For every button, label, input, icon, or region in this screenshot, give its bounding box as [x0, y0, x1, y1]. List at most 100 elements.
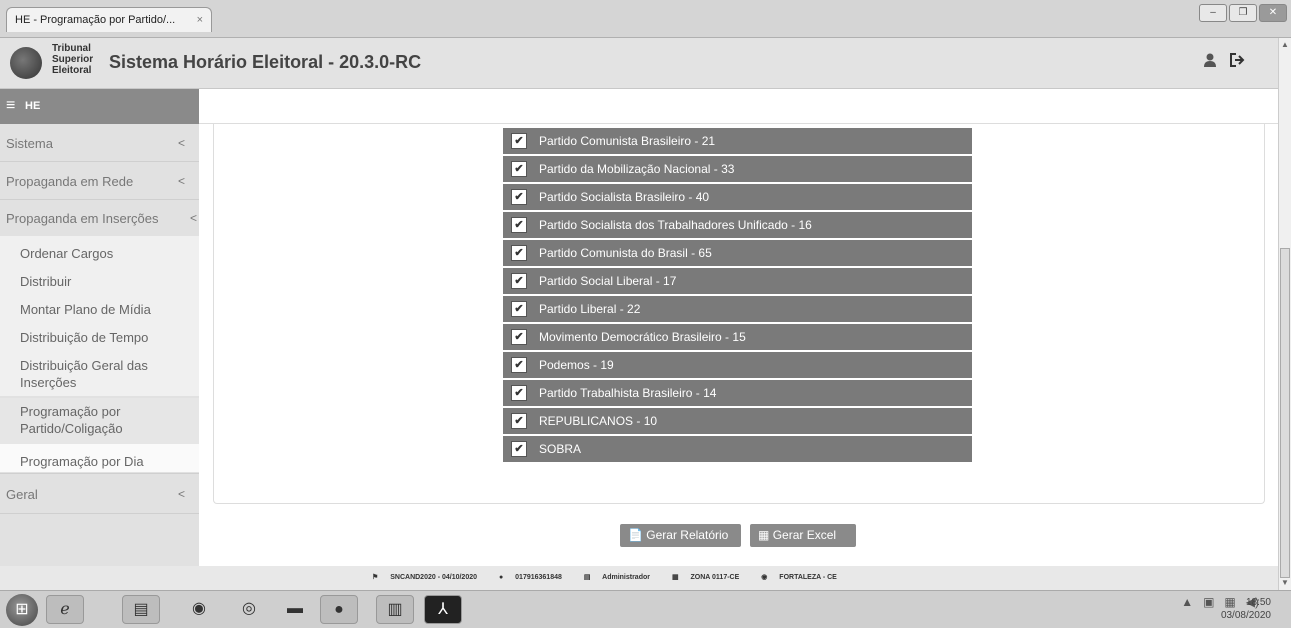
close-window-button[interactable]: ✕: [1259, 4, 1287, 22]
party-row[interactable]: ✔ REPUBLICANOS - 10: [503, 408, 972, 436]
clock[interactable]: 18:50 03/08/2020: [1221, 596, 1271, 622]
chevron-left-icon: <: [177, 174, 185, 188]
sidebar-item-label: Sistema: [6, 136, 53, 151]
media-player-icon[interactable]: ◉: [180, 595, 218, 624]
scroll-down-icon[interactable]: ▼: [1281, 578, 1289, 587]
generate-excel-button[interactable]: ▦ Gerar Excel: [750, 524, 856, 547]
sidebar-subitem-programacao-dia[interactable]: Programação por Dia: [0, 444, 199, 472]
flag-icon: ⚑: [372, 574, 379, 581]
party-row[interactable]: ✔ Partido da Mobilização Nacional - 33: [503, 156, 972, 184]
building-icon: ▦: [671, 574, 679, 581]
status-role: ▤ Administrador: [583, 574, 650, 581]
sidebar-subitem-programacao-partido[interactable]: Programação por Partido/Coligação: [0, 398, 199, 444]
browser-chrome: HE - Programação por Partido/... × – ❐ ✕: [0, 0, 1291, 38]
checkbox-checked[interactable]: ✔: [511, 217, 527, 233]
party-label: Partido Liberal - 22: [539, 302, 641, 316]
logo-line-1: Tribunal: [52, 43, 91, 54]
logo-line-2: Superior: [52, 54, 94, 65]
tab-title: HE - Programação por Partido/...: [15, 14, 176, 26]
status-zone: ▦ ZONA 0117-CE: [671, 574, 740, 581]
party-row[interactable]: ✔ Movimento Democrático Brasileiro - 15: [503, 324, 972, 352]
party-label: Partido da Mobilização Nacional - 33: [539, 162, 735, 176]
chevron-left-icon: <: [189, 211, 197, 225]
page-scrollbar[interactable]: ▲ ▼: [1278, 38, 1291, 590]
party-label: Partido Comunista do Brasil - 65: [539, 246, 712, 260]
sidebar-subitem-label: Distribuição Geral das Inserções: [20, 358, 148, 390]
sidebar-item-label: Propaganda em Inserções: [6, 211, 159, 226]
id-card-icon: ▤: [583, 574, 591, 581]
sidebar-subitem-label: Ordenar Cargos: [20, 246, 114, 261]
checkbox-checked[interactable]: ✔: [511, 133, 527, 149]
document-app-icon[interactable]: ▥: [376, 595, 414, 624]
status-bar: ⚑ SNCAND2020 - 04/10/2020 ● 017916361848…: [0, 566, 1278, 590]
party-row[interactable]: ✔ SOBRA: [503, 436, 972, 464]
party-row[interactable]: ✔ Partido Socialista Brasileiro - 40: [503, 184, 972, 212]
checkbox-checked[interactable]: ✔: [511, 413, 527, 429]
checkbox-checked[interactable]: ✔: [511, 329, 527, 345]
checkbox-checked[interactable]: ✔: [511, 273, 527, 289]
status-user: ● 017916361848: [498, 574, 562, 581]
party-row[interactable]: ✔ Partido Socialista dos Trabalhadores Un…: [503, 212, 972, 240]
hamburger-menu-icon[interactable]: ≡: [6, 97, 15, 115]
browser-tab[interactable]: HE - Programação por Partido/... ×: [6, 7, 212, 32]
party-label: Podemos - 19: [539, 358, 614, 372]
party-label: Partido Social Liberal - 17: [539, 274, 677, 288]
checkbox-checked[interactable]: ✔: [511, 189, 527, 205]
checkbox-checked[interactable]: ✔: [511, 441, 527, 457]
monitor-icon[interactable]: ▬: [276, 595, 314, 624]
sidebar-item-sistema[interactable]: Sistema <: [0, 136, 199, 151]
checkbox-checked[interactable]: ✔: [511, 245, 527, 261]
tab-close-icon[interactable]: ×: [197, 8, 203, 33]
status-version: ⚑ SNCAND2020 - 04/10/2020: [372, 574, 478, 581]
sidebar-subitem-distribuir[interactable]: Distribuir: [0, 264, 199, 292]
party-label: Partido Comunista Brasileiro - 21: [539, 134, 716, 148]
chevron-left-icon: <: [177, 487, 185, 501]
generate-report-button[interactable]: 📄 Gerar Relatório: [620, 524, 741, 547]
globe-icon: ◉: [761, 574, 768, 581]
chrome-icon[interactable]: ◎: [230, 595, 268, 624]
user-icon[interactable]: [1203, 53, 1217, 72]
sidebar-subitem-label: Montar Plano de Mídia: [20, 302, 151, 317]
logo-line-3: Eleitoral: [52, 65, 92, 76]
file-explorer-icon[interactable]: ▤: [122, 595, 160, 624]
firefox-icon[interactable]: ●: [320, 595, 358, 624]
sidebar-item-propaganda-rede[interactable]: Propaganda em Rede <: [0, 174, 199, 189]
sidebar-subitem-distribuicao-tempo[interactable]: Distribuição de Tempo: [0, 320, 199, 348]
pdf-reader-icon[interactable]: ⅄: [424, 595, 462, 624]
party-row[interactable]: ✔ Partido Social Liberal - 17: [503, 268, 972, 296]
sidebar-subitem-label: Distribuição de Tempo: [20, 330, 149, 345]
nav-label: HE: [25, 100, 41, 112]
start-button-icon[interactable]: ⊞: [6, 594, 38, 626]
nav-bar: ≡ HE: [0, 89, 199, 124]
party-row[interactable]: ✔ Partido Liberal - 22: [503, 296, 972, 324]
sidebar-subitem-ordenar-cargos[interactable]: Ordenar Cargos: [0, 236, 199, 264]
user-icon: ●: [498, 574, 504, 581]
scroll-up-icon[interactable]: ▲: [1281, 40, 1289, 49]
checkbox-checked[interactable]: ✔: [511, 357, 527, 373]
checkbox-checked[interactable]: ✔: [511, 385, 527, 401]
nav-bar-fill: [199, 89, 1278, 124]
sidebar-item-propaganda-insercoes[interactable]: Propaganda em Inserções <: [0, 211, 199, 226]
party-row[interactable]: ✔ Partido Comunista do Brasil - 65: [503, 240, 972, 268]
checkbox-checked[interactable]: ✔: [511, 161, 527, 177]
sidebar-subitem-distribuicao-geral[interactable]: Distribuição Geral das Inserções: [0, 348, 199, 396]
sidebar-item-label: Geral: [6, 487, 38, 502]
party-row[interactable]: ✔ Podemos - 19: [503, 352, 972, 380]
party-row[interactable]: ✔ Partido Trabalhista Brasileiro - 14: [503, 380, 972, 408]
sidebar-subitem-label: Distribuir: [20, 274, 72, 289]
sidebar-subitem-label: Programação por Dia: [20, 454, 144, 469]
sidebar-item-geral[interactable]: Geral <: [0, 487, 199, 502]
minimize-button[interactable]: –: [1199, 4, 1227, 22]
party-label: Movimento Democrático Brasileiro - 15: [539, 330, 746, 344]
sidebar-subitem-montar-plano[interactable]: Montar Plano de Mídia: [0, 292, 199, 320]
scroll-thumb[interactable]: [1280, 248, 1290, 578]
party-label: Partido Socialista dos Trabalhadores Uni…: [539, 218, 812, 232]
checkbox-checked[interactable]: ✔: [511, 301, 527, 317]
app-title: Sistema Horário Eleitoral - 20.3.0-RC: [109, 52, 422, 72]
internet-explorer-icon[interactable]: ℯ: [46, 595, 84, 624]
maximize-button[interactable]: ❐: [1229, 4, 1257, 22]
party-row[interactable]: ✔ Partido Comunista Brasileiro - 21: [503, 128, 972, 156]
party-label: REPUBLICANOS - 10: [539, 414, 658, 428]
party-label: SOBRA: [539, 442, 582, 456]
logout-icon[interactable]: [1229, 52, 1245, 73]
